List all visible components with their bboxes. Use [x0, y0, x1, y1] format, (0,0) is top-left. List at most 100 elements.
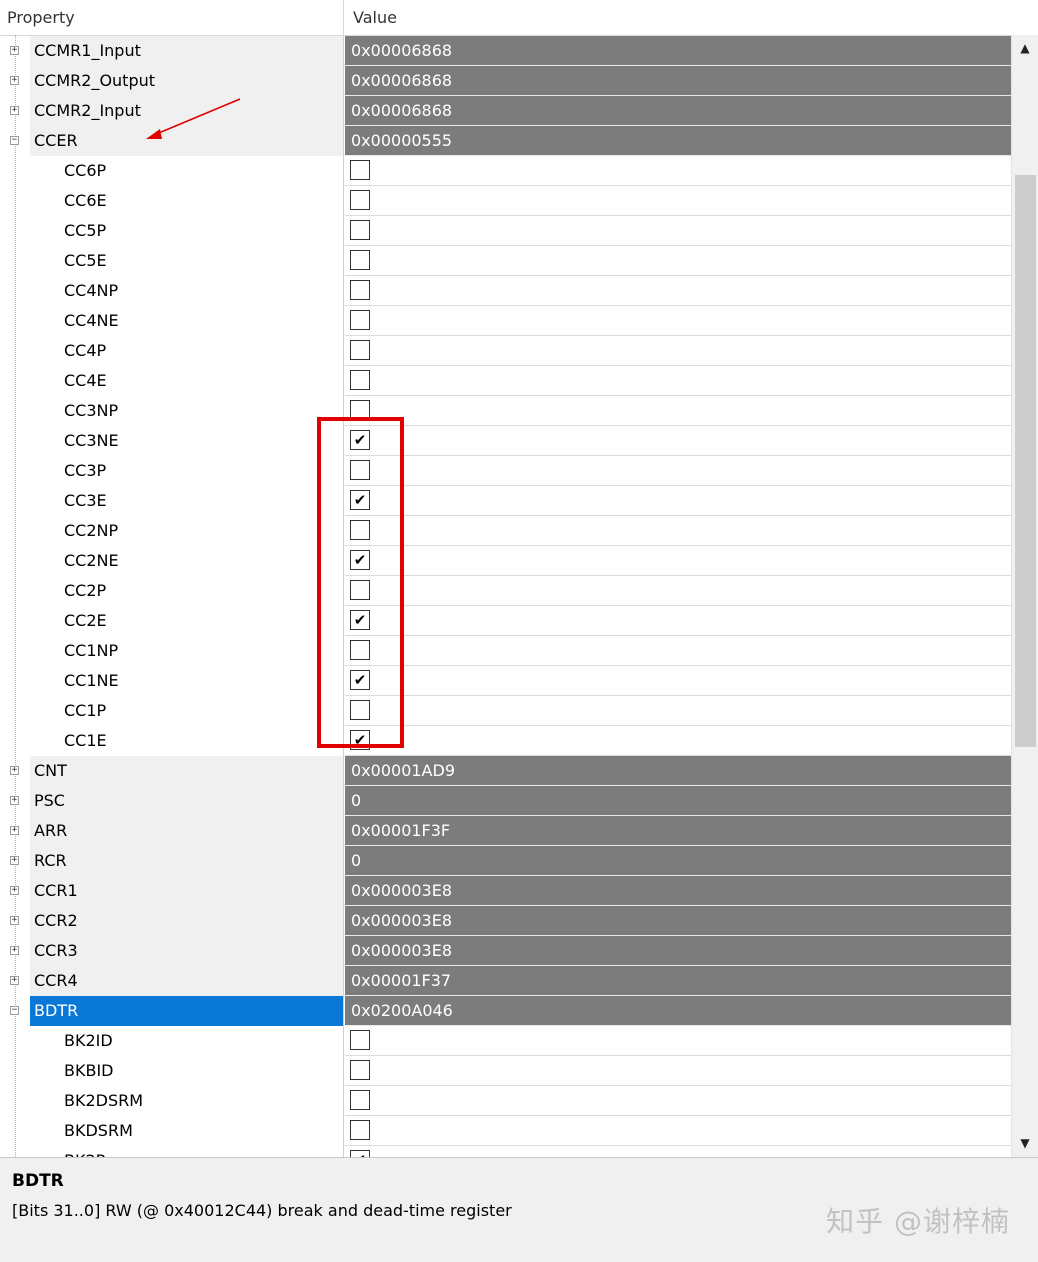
register-value[interactable]: 0 [345, 786, 1011, 816]
register-row[interactable]: + CNT 0x00001AD9 [0, 756, 1011, 786]
bit-checkbox[interactable]: ✔ [350, 550, 370, 570]
field-name[interactable]: BK2P [30, 1146, 344, 1157]
scroll-thumb[interactable] [1015, 175, 1036, 747]
field-name[interactable]: CC2NP [30, 516, 344, 546]
field-name[interactable]: CC2NE [30, 546, 344, 576]
field-name[interactable]: CC4P [30, 336, 344, 366]
field-row[interactable]: CC2NE ✔ [0, 546, 1011, 576]
minus-icon[interactable]: − [10, 1006, 19, 1015]
bit-checkbox[interactable] [350, 310, 370, 330]
field-value[interactable] [345, 156, 1011, 186]
field-value[interactable] [345, 186, 1011, 216]
plus-icon[interactable]: + [10, 916, 19, 925]
property-column-header[interactable]: Property [0, 0, 344, 35]
register-row[interactable]: + CCMR1_Input 0x00006868 [0, 36, 1011, 66]
plus-icon[interactable]: + [10, 76, 19, 85]
plus-icon[interactable]: + [10, 796, 19, 805]
field-row[interactable]: CC1P [0, 696, 1011, 726]
register-name[interactable]: ARR [30, 816, 344, 846]
vertical-scrollbar[interactable]: ▲ ▼ [1011, 35, 1038, 1157]
register-row[interactable]: + CCR2 0x000003E8 [0, 906, 1011, 936]
bit-checkbox[interactable] [350, 1120, 370, 1140]
bit-checkbox[interactable] [350, 1030, 370, 1050]
bit-checkbox[interactable] [350, 400, 370, 420]
register-name[interactable]: PSC [30, 786, 344, 816]
field-row[interactable]: CC4E [0, 366, 1011, 396]
field-name[interactable]: CC5E [30, 246, 344, 276]
bit-checkbox[interactable] [350, 1090, 370, 1110]
bit-checkbox[interactable] [350, 280, 370, 300]
field-value[interactable] [345, 1026, 1011, 1056]
field-name[interactable]: BK2ID [30, 1026, 344, 1056]
field-value[interactable] [345, 366, 1011, 396]
register-row[interactable]: + PSC 0 [0, 786, 1011, 816]
plus-icon[interactable]: + [10, 856, 19, 865]
bit-checkbox[interactable]: ✔ [350, 1150, 370, 1157]
field-name[interactable]: CC4NE [30, 306, 344, 336]
field-name[interactable]: CC1NP [30, 636, 344, 666]
field-row[interactable]: BK2ID [0, 1026, 1011, 1056]
register-value[interactable]: 0x00006868 [345, 66, 1011, 96]
field-value[interactable] [345, 636, 1011, 666]
field-name[interactable]: CC3P [30, 456, 344, 486]
field-value[interactable] [345, 576, 1011, 606]
register-name[interactable]: CCR3 [30, 936, 344, 966]
field-value[interactable]: ✔ [345, 546, 1011, 576]
register-row[interactable]: + RCR 0 [0, 846, 1011, 876]
register-name[interactable]: RCR [30, 846, 344, 876]
register-value[interactable]: 0x00006868 [345, 36, 1011, 66]
field-row[interactable]: CC3NE ✔ [0, 426, 1011, 456]
bit-checkbox[interactable] [350, 580, 370, 600]
register-name[interactable]: CCR1 [30, 876, 344, 906]
field-name[interactable]: CC6E [30, 186, 344, 216]
plus-icon[interactable]: + [10, 886, 19, 895]
field-value[interactable]: ✔ [345, 1146, 1011, 1157]
field-value[interactable]: ✔ [345, 666, 1011, 696]
field-row[interactable]: CC6E [0, 186, 1011, 216]
bit-checkbox[interactable]: ✔ [350, 490, 370, 510]
field-row[interactable]: CC4NP [0, 276, 1011, 306]
bit-checkbox[interactable] [350, 160, 370, 180]
field-name[interactable]: CC4NP [30, 276, 344, 306]
register-value[interactable]: 0x00001F3F [345, 816, 1011, 846]
register-value[interactable]: 0x00001AD9 [345, 756, 1011, 786]
field-value[interactable] [345, 216, 1011, 246]
bit-checkbox[interactable] [350, 190, 370, 210]
field-value[interactable]: ✔ [345, 606, 1011, 636]
field-name[interactable]: CC3NP [30, 396, 344, 426]
field-row[interactable]: CC4NE [0, 306, 1011, 336]
field-value[interactable]: ✔ [345, 486, 1011, 516]
field-name[interactable]: BKBID [30, 1056, 344, 1086]
minus-icon[interactable]: − [10, 136, 19, 145]
field-row[interactable]: CC6P [0, 156, 1011, 186]
field-row[interactable]: BKDSRM [0, 1116, 1011, 1146]
field-name[interactable]: CC1NE [30, 666, 344, 696]
bit-checkbox[interactable] [350, 700, 370, 720]
plus-icon[interactable]: + [10, 826, 19, 835]
field-value[interactable] [345, 276, 1011, 306]
bit-checkbox[interactable]: ✔ [350, 730, 370, 750]
bit-checkbox[interactable]: ✔ [350, 670, 370, 690]
field-name[interactable]: CC3NE [30, 426, 344, 456]
register-name[interactable]: CCR4 [30, 966, 344, 996]
field-value[interactable] [345, 336, 1011, 366]
field-row[interactable]: BKBID [0, 1056, 1011, 1086]
field-name[interactable]: CC5P [30, 216, 344, 246]
register-row[interactable]: + ARR 0x00001F3F [0, 816, 1011, 846]
field-row[interactable]: CC2NP [0, 516, 1011, 546]
bit-checkbox[interactable] [350, 520, 370, 540]
register-row[interactable]: + CCMR2_Input 0x00006868 [0, 96, 1011, 126]
register-row[interactable]: + CCMR2_Output 0x00006868 [0, 66, 1011, 96]
field-name[interactable]: CC4E [30, 366, 344, 396]
register-row[interactable]: + CCR1 0x000003E8 [0, 876, 1011, 906]
field-row[interactable]: CC5E [0, 246, 1011, 276]
register-value[interactable]: 0x00001F37 [345, 966, 1011, 996]
scroll-up-button[interactable]: ▲ [1014, 37, 1036, 59]
bit-checkbox[interactable] [350, 1060, 370, 1080]
plus-icon[interactable]: + [10, 106, 19, 115]
register-value[interactable]: 0x00006868 [345, 96, 1011, 126]
plus-icon[interactable]: + [10, 46, 19, 55]
field-value[interactable]: ✔ [345, 726, 1011, 756]
field-row[interactable]: BK2DSRM [0, 1086, 1011, 1116]
field-name[interactable]: CC1E [30, 726, 344, 756]
